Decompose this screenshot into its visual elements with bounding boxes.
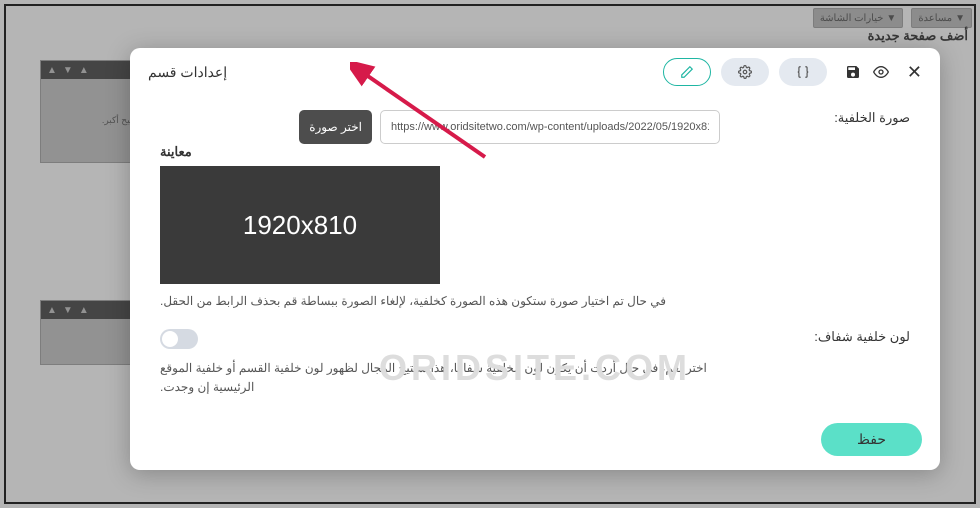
tab-edit[interactable]	[663, 58, 711, 86]
pencil-icon	[680, 65, 694, 79]
transparent-label: لون خلفية شفاف:	[780, 329, 910, 397]
transparent-toggle[interactable]	[160, 329, 198, 349]
tab-code[interactable]	[779, 58, 827, 86]
bg-preview: 1920x810	[160, 166, 440, 284]
tab-settings[interactable]	[721, 58, 769, 86]
transparent-help-text: اختر نعم، في حال أردت أن يكون لون الخلفي…	[160, 359, 720, 397]
bg-image-label: صورة الخلفية:	[780, 110, 910, 311]
choose-image-button[interactable]: اختر صورة	[299, 110, 372, 144]
gear-icon	[738, 65, 752, 79]
eye-icon[interactable]	[873, 64, 889, 80]
braces-icon	[796, 65, 810, 79]
save-icon[interactable]	[845, 64, 861, 80]
bg-help-text: في حال تم اختيار صورة ستكون هذه الصورة ك…	[160, 292, 720, 311]
preview-label: معاينة	[160, 144, 720, 160]
section-settings-modal: إعدادات قسم ✕ ORIDSITE.COM ص	[130, 48, 940, 470]
close-icon[interactable]: ✕	[907, 62, 922, 83]
save-button[interactable]: حفظ	[821, 423, 922, 456]
bg-image-url-input[interactable]	[380, 110, 720, 144]
modal-title: إعدادات قسم	[148, 64, 227, 81]
